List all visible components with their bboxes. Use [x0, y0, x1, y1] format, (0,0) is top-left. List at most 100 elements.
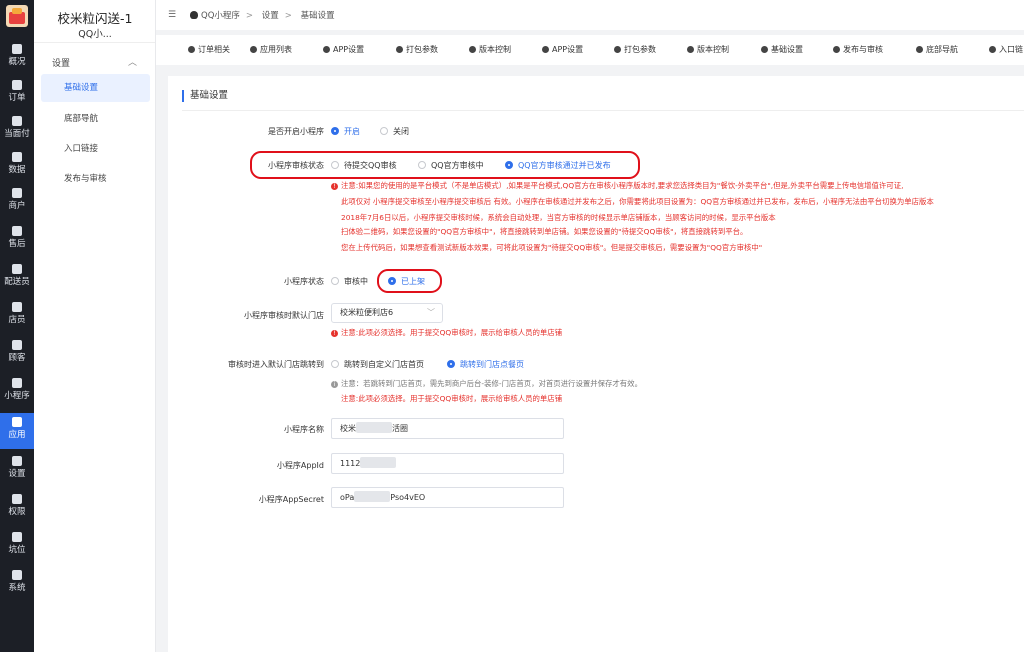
- rail-item[interactable]: 系统: [0, 566, 34, 602]
- default-store-select[interactable]: 校米粒便利店6 ﹀: [331, 303, 443, 323]
- breadcrumb: QQ小程序 > 设置 > 基础设置: [201, 11, 335, 21]
- version-icon: [687, 46, 694, 53]
- warning-icon: !: [331, 330, 338, 337]
- rail-item[interactable]: 顾客: [0, 336, 34, 372]
- tab-app-list[interactable]: 应用列表: [250, 44, 292, 55]
- tab-bottom-nav[interactable]: 底部导航: [916, 44, 958, 55]
- rail-item-label: 店员: [8, 315, 26, 325]
- chevron-up-icon[interactable]: ︿: [128, 55, 137, 68]
- rail-item-label: 售后: [8, 239, 26, 249]
- enable-off-radio[interactable]: 关闭: [380, 126, 409, 137]
- collapse-menu-icon[interactable]: ☰: [168, 10, 176, 20]
- tab-app-settings[interactable]: APP设置: [323, 44, 364, 55]
- rail-item[interactable]: 配送员: [0, 260, 34, 296]
- tab-version-2[interactable]: 版本控制: [687, 44, 729, 55]
- rail-item-label: 数据: [8, 165, 26, 175]
- settings-sidebar: 校米粒闪送-1 QQ小... 设置 ︿ 基础设置 底部导航 入口链接 发布与审核: [34, 0, 156, 652]
- tab-order[interactable]: 订单相关: [188, 44, 230, 55]
- rail-item[interactable]: 应用: [0, 413, 34, 449]
- tab-publish-audit[interactable]: 发布与审核: [833, 44, 883, 55]
- staff-icon: [12, 302, 22, 312]
- default-store-note: ! 注意:此项必须选择。用于提交QQ审核时，展示给审核人员的单店铺: [331, 327, 562, 338]
- tab-pack-params[interactable]: 打包参数: [396, 44, 438, 55]
- tab-version[interactable]: 版本控制: [469, 44, 511, 55]
- rail-item-label: 商户: [8, 201, 26, 211]
- rail-item[interactable]: 设置: [0, 452, 34, 488]
- rail-item[interactable]: 概况: [0, 40, 34, 76]
- package-icon: [614, 46, 621, 53]
- basic-settings-panel: 基础设置 是否开启小程序 开启 关闭 小程序审核状态 待提交QQ审核 QQ官方审…: [168, 76, 1024, 652]
- rail-item[interactable]: 店员: [0, 298, 34, 334]
- redirect-label: 审核时进入默认门店跳转到: [228, 360, 324, 369]
- mp-listed-radio[interactable]: 已上架: [388, 276, 425, 287]
- rail-item[interactable]: 商户: [0, 184, 34, 220]
- app-id-input[interactable]: 1112: [331, 453, 564, 474]
- enable-on-radio[interactable]: 开启: [331, 126, 360, 137]
- sidebar-item-basic-settings[interactable]: 基础设置: [41, 74, 150, 102]
- rail-item[interactable]: 当面付: [0, 112, 34, 148]
- audit-reviewing-radio[interactable]: QQ官方审核中: [418, 160, 484, 171]
- audit-note-5: 您在上传代码后，如果想查看测试新版本效果，可将此项设置为"待提交QQ审核"。但是…: [341, 243, 763, 252]
- lock-icon: [12, 494, 22, 504]
- default-store-label: 小程序审核时默认门店: [244, 311, 324, 320]
- tab-basic-settings[interactable]: 基础设置: [761, 44, 803, 55]
- list-icon: [12, 80, 22, 90]
- app-secret-input[interactable]: oPa Pso4vEO: [331, 487, 564, 508]
- sidebar-item-bottom-nav[interactable]: 底部导航: [41, 105, 150, 133]
- audit-pending-radio[interactable]: 待提交QQ审核: [331, 160, 397, 171]
- sidebar-item-entry-link[interactable]: 入口链接: [41, 135, 150, 163]
- mp-reviewing-radio[interactable]: 审核中: [331, 276, 368, 287]
- rail-item-label: 订单: [8, 93, 26, 103]
- audit-note-1: ! 注意:如果您的使用的是平台模式（不是单店模式）,如果是平台模式,QQ官方在审核…: [331, 180, 903, 191]
- rail-item[interactable]: 坑位: [0, 528, 34, 564]
- section-title: 基础设置: [182, 90, 228, 102]
- app-icon: [542, 46, 549, 53]
- audit-approved-radio[interactable]: QQ官方审核通过并已发布: [505, 160, 611, 171]
- redirect-note-red: 注意:此项必须选择。用于提交QQ审核时，展示给审核人员的单店铺: [341, 394, 563, 403]
- rail-item[interactable]: 权限: [0, 490, 34, 526]
- package-icon: [396, 46, 403, 53]
- app-icon: [323, 46, 330, 53]
- redirect-custom-home-radio[interactable]: 跳转到自定义门店首页: [331, 359, 424, 370]
- breadcrumb-bar: ☰ QQ小程序 > 设置 > 基础设置: [156, 0, 1024, 30]
- app-list-icon: [250, 46, 257, 53]
- tab-pack-params-2[interactable]: 打包参数: [614, 44, 656, 55]
- rail-item-label: 概况: [8, 57, 26, 67]
- tab-app-settings-2[interactable]: APP设置: [542, 44, 583, 55]
- redirect-order-page-radio[interactable]: 跳转到门店点餐页: [447, 359, 524, 370]
- breadcrumb-item[interactable]: QQ小程序: [201, 11, 240, 21]
- sidebar-item-publish-audit[interactable]: 发布与审核: [41, 165, 150, 193]
- rail-item[interactable]: 数据: [0, 148, 34, 184]
- rail-item-label: 权限: [8, 507, 26, 517]
- sidebar-divider: [34, 42, 155, 43]
- rail-item-label: 设置: [8, 469, 26, 479]
- rail-item[interactable]: 小程序: [0, 374, 34, 410]
- rail-item-label: 顾客: [8, 353, 26, 363]
- rail-item-label: 当面付: [4, 129, 30, 139]
- breadcrumb-item[interactable]: 设置: [262, 11, 279, 21]
- rail-item-label: 小程序: [4, 391, 30, 401]
- sidebar-group-settings[interactable]: 设置: [52, 56, 70, 69]
- mp-name-label: 小程序名称: [284, 425, 324, 434]
- rail-item-label: 配送员: [4, 277, 30, 287]
- redacted-blur: [354, 491, 391, 502]
- audit-note-3: 2018年7月6日以后，小程序提交审核时候，系统会自动处理，当官方审核的时候显示…: [341, 213, 776, 222]
- rider-icon: [12, 264, 22, 274]
- tab-entry-link[interactable]: 入口链: [989, 44, 1023, 55]
- slot-icon: [12, 532, 22, 542]
- app-logo-icon[interactable]: [6, 5, 28, 27]
- wechat-icon: [12, 378, 22, 388]
- publish-icon: [833, 46, 840, 53]
- scan-icon: [12, 116, 22, 126]
- mp-status-label: 小程序状态: [284, 277, 324, 286]
- section-divider: [182, 110, 1024, 111]
- store-name: 校米粒闪送-1: [57, 11, 133, 26]
- redacted-blur: [360, 457, 397, 468]
- grid-icon: [12, 44, 22, 54]
- store-subtitle[interactable]: QQ小...: [34, 26, 156, 40]
- rail-item[interactable]: 售后: [0, 222, 34, 258]
- mp-name-input[interactable]: 校米 活圈: [331, 418, 564, 439]
- qq-icon: [190, 11, 198, 19]
- tab-bar: 订单相关 应用列表 APP设置 打包参数 版本控制 APP设置 打包参数 版本控…: [156, 35, 1024, 65]
- rail-item[interactable]: 订单: [0, 76, 34, 112]
